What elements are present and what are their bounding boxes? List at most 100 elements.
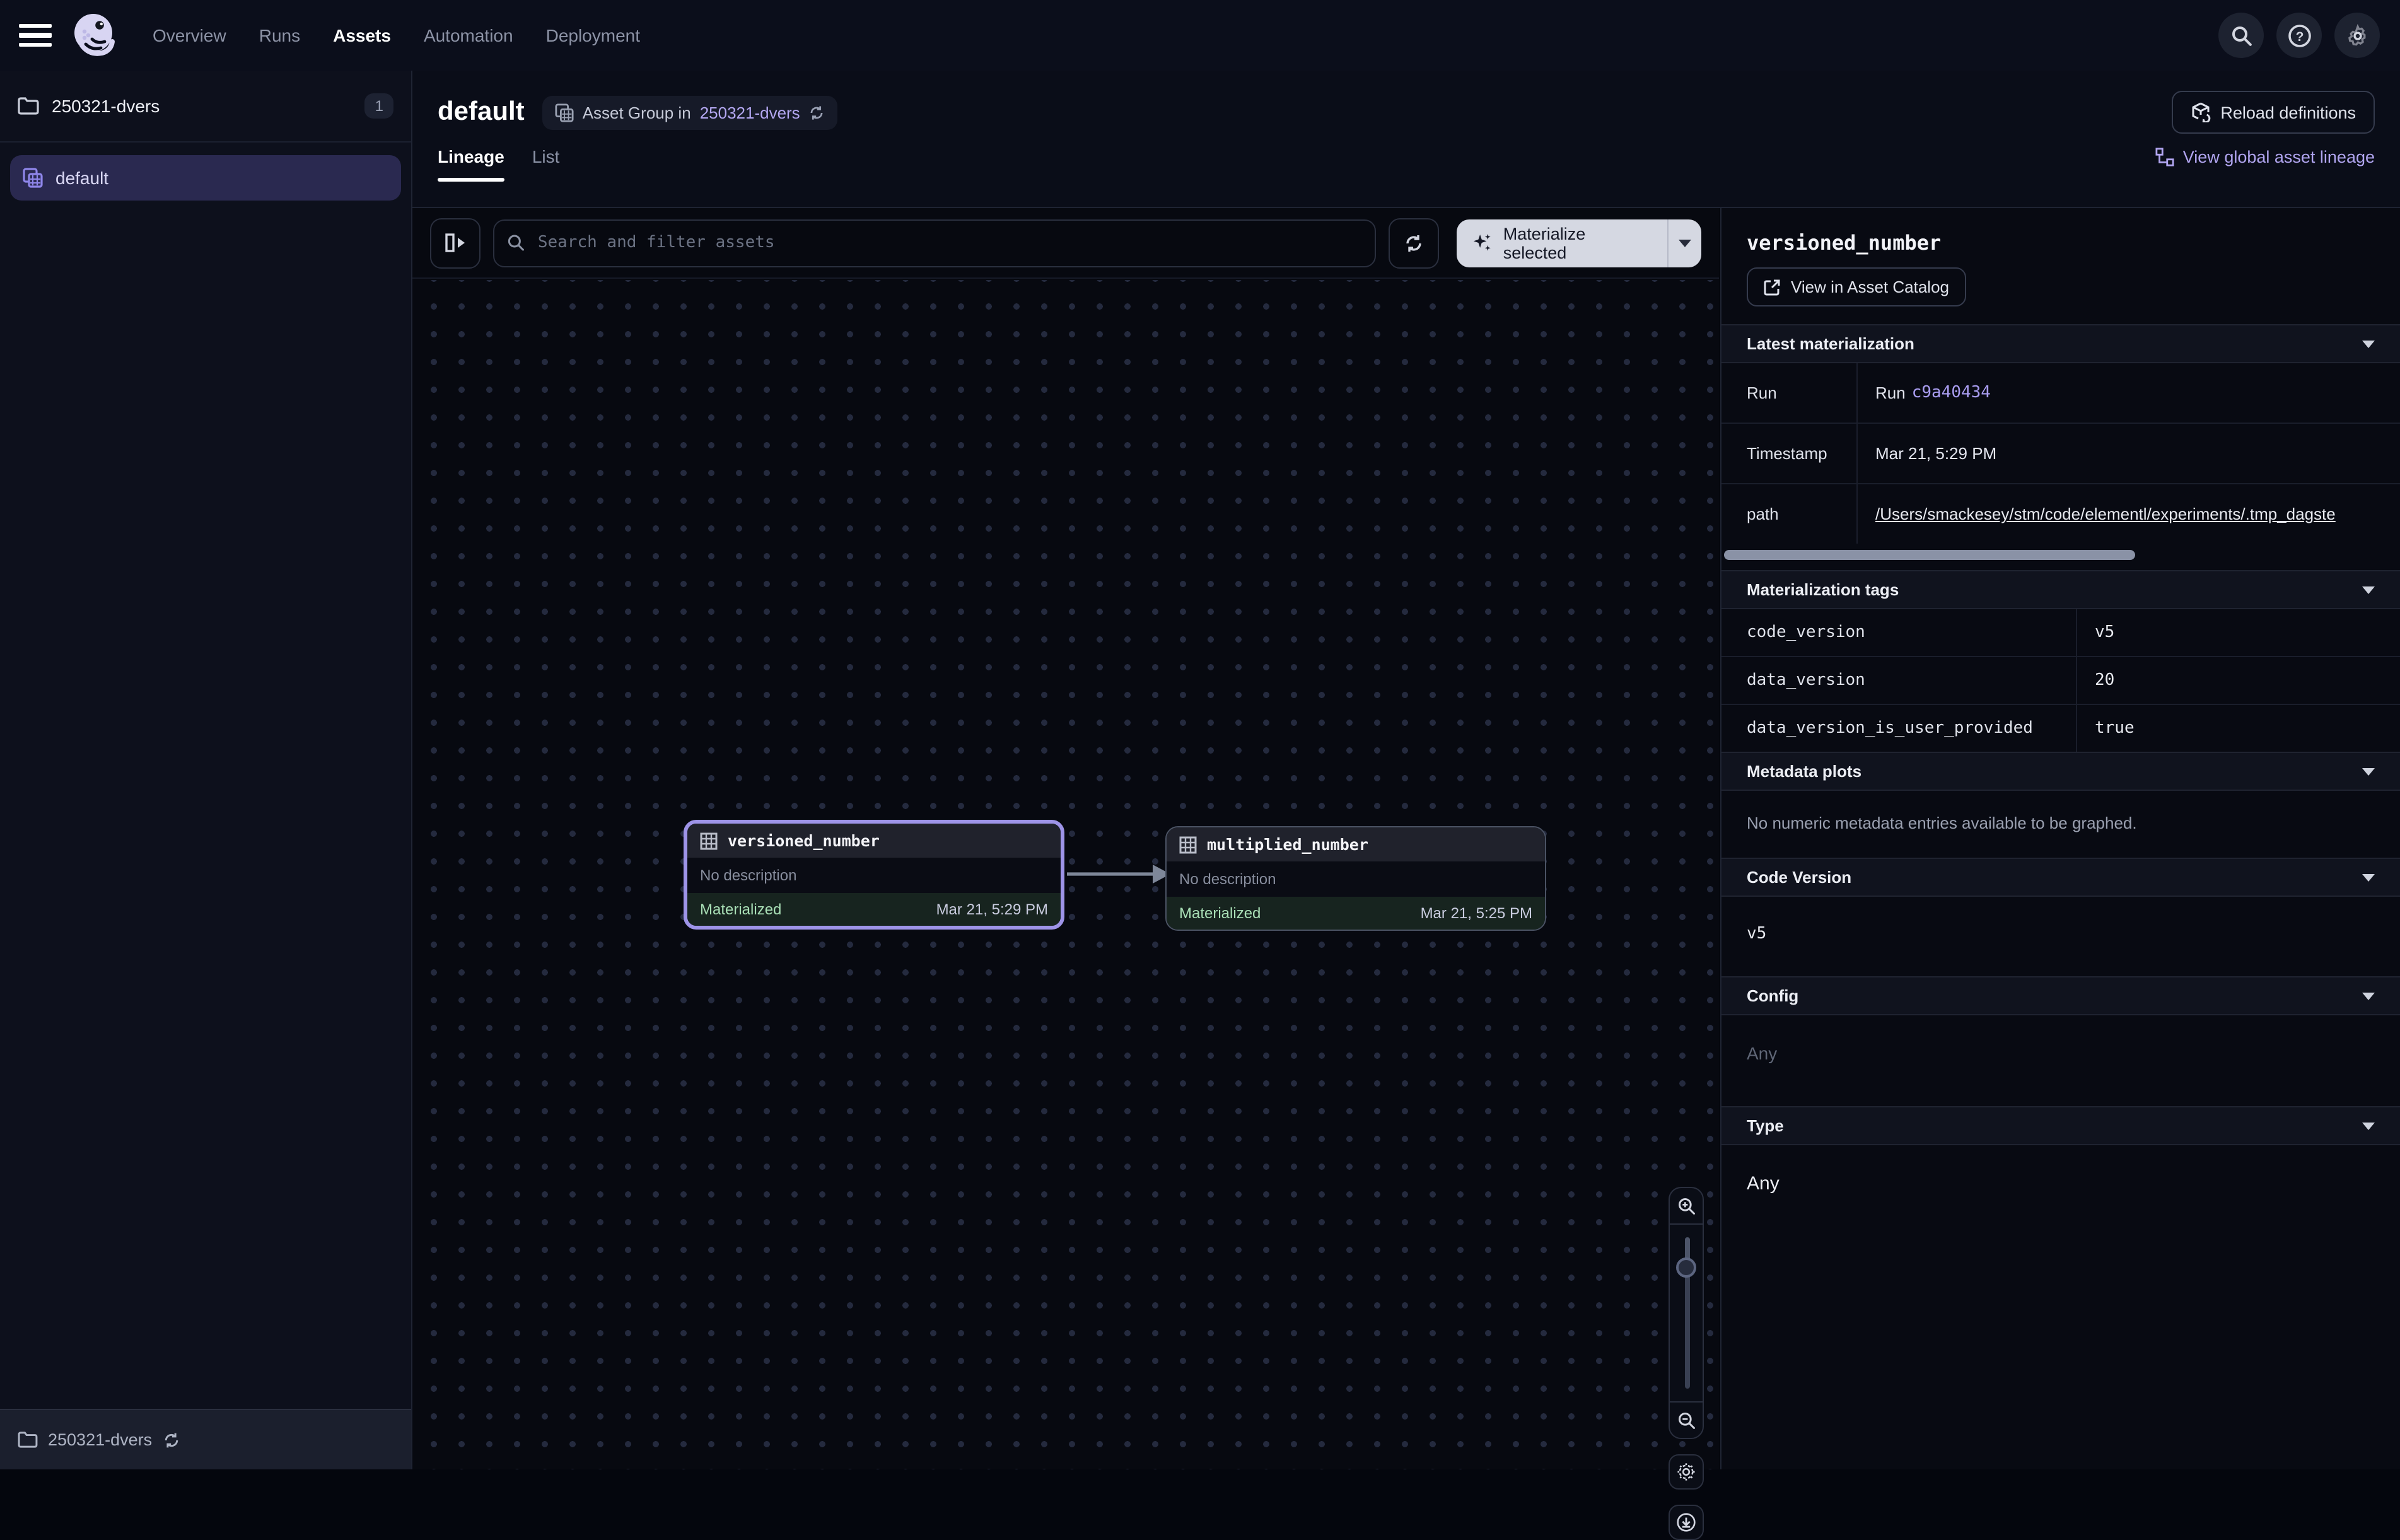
section-metadata-plots[interactable]: Metadata plots: [1721, 752, 2400, 791]
run-id-link[interactable]: c9a40434: [1912, 383, 1991, 402]
chevron-down-icon: [2362, 767, 2375, 775]
config-value: Any: [1721, 1015, 2400, 1106]
sync-icon: [1404, 233, 1424, 253]
graph-toolbar: Materialize selected: [412, 208, 1719, 279]
sidebar-group-label: 250321-dvers: [52, 96, 160, 116]
section-materialization-tags[interactable]: Materialization tags: [1721, 570, 2400, 609]
zoom-out-icon: [1677, 1411, 1696, 1430]
tag-key: data_version: [1721, 657, 2077, 704]
dagster-logo: [69, 10, 120, 61]
asset-node-versioned-number[interactable]: versioned_number No description Material…: [684, 820, 1064, 930]
view-in-asset-catalog-label: View in Asset Catalog: [1791, 277, 1949, 296]
table-icon: [1179, 836, 1197, 853]
graph-settings-button[interactable]: [1669, 1454, 1704, 1490]
section-label: Metadata plots: [1747, 762, 1861, 781]
zoom-in-icon: [1677, 1196, 1696, 1215]
help-icon: ?: [2287, 23, 2311, 47]
asset-node-header: versioned_number: [687, 824, 1061, 858]
materialize-selected-label: Materialize selected: [1503, 224, 1653, 262]
chevron-down-icon: [1679, 239, 1691, 247]
sidebar-item-default[interactable]: default: [10, 155, 401, 201]
lineage-graph-icon: [2155, 148, 2174, 166]
top-nav: Overview Runs Assets Automation Deployme…: [0, 0, 2400, 72]
dagster-app: Overview Runs Assets Automation Deployme…: [0, 0, 2400, 1469]
zoom-slider[interactable]: [1670, 1223, 1703, 1403]
lineage-canvas[interactable]: versioned_number No description Material…: [412, 280, 1719, 1469]
materialized-timestamp: Mar 21, 5:29 PM: [936, 901, 1048, 918]
menu-icon[interactable]: [19, 24, 52, 47]
materialize-selected-split-button: Materialize selected: [1457, 219, 1701, 267]
zoom-out-button[interactable]: [1670, 1403, 1703, 1438]
code-version-value: v5: [1721, 897, 2400, 976]
row-key: path: [1721, 484, 1858, 544]
badge-repo-link[interactable]: 250321-dvers: [700, 103, 800, 122]
table-row: Run Run c9a40434: [1721, 363, 2400, 424]
scrollbar-thumb[interactable]: [1724, 550, 2135, 560]
nav-overview[interactable]: Overview: [153, 25, 226, 45]
timestamp-value: Mar 21, 5:29 PM: [1875, 444, 1996, 463]
tab-lineage[interactable]: Lineage: [438, 146, 504, 182]
section-config[interactable]: Config: [1721, 976, 2400, 1015]
search-icon: [507, 233, 525, 252]
type-value: Any: [1721, 1145, 2400, 1227]
nav-runs[interactable]: Runs: [259, 25, 300, 45]
help-button[interactable]: ?: [2276, 13, 2322, 58]
sidebar-group-row[interactable]: 250321-dvers 1: [0, 71, 411, 143]
section-latest-materialization[interactable]: Latest materialization: [1721, 324, 2400, 363]
search-button[interactable]: [2218, 13, 2264, 58]
search-icon: [2230, 25, 2252, 46]
materialized-timestamp: Mar 21, 5:25 PM: [1421, 904, 1532, 922]
page-header: default Asset Group in 250321-dvers: [412, 71, 2400, 208]
latest-materialization-table: Run Run c9a40434 Timestamp Mar 21, 5:29 …: [1721, 363, 2400, 544]
table-row: data_version_is_user_provided true: [1721, 705, 2400, 752]
asset-node-description: No description: [687, 858, 1061, 893]
path-link[interactable]: /Users/smackesey/stm/code/elementl/exper…: [1875, 505, 2336, 523]
materialized-status: Materialized: [700, 901, 781, 918]
zoom-controls: [1669, 1187, 1704, 1540]
zoom-slider-thumb[interactable]: [1676, 1257, 1696, 1278]
tab-list[interactable]: List: [532, 146, 560, 182]
reload-definitions-label: Reload definitions: [2220, 103, 2356, 122]
sidebar-footer[interactable]: 250321-dvers: [0, 1409, 411, 1469]
settings-button[interactable]: [2334, 13, 2380, 58]
section-type[interactable]: Type: [1721, 1106, 2400, 1145]
svg-text:?: ?: [2295, 29, 2304, 44]
row-key: Timestamp: [1721, 424, 1858, 483]
asset-detail-panel: versioned_number View in Asset Catalog L…: [1720, 208, 2400, 1469]
asset-group-icon: [23, 168, 43, 188]
view-global-lineage-link[interactable]: View global asset lineage: [2155, 148, 2375, 182]
tag-value: 20: [2077, 657, 2400, 704]
table-row: code_version v5: [1721, 609, 2400, 657]
materialize-selected-button[interactable]: Materialize selected: [1457, 224, 1667, 262]
reload-definitions-button[interactable]: Reload definitions: [2171, 91, 2375, 134]
nav-assets[interactable]: Assets: [333, 25, 391, 45]
zoom-in-button[interactable]: [1670, 1188, 1703, 1223]
materialize-dropdown-button[interactable]: [1669, 239, 1701, 247]
chevron-down-icon: [2362, 992, 2375, 1000]
refresh-graph-button[interactable]: [1389, 218, 1439, 268]
asset-search-box: [493, 219, 1376, 267]
tag-key: data_version_is_user_provided: [1721, 705, 2077, 752]
tag-key: code_version: [1721, 609, 2077, 656]
gear-icon: [2345, 23, 2369, 47]
sync-icon[interactable]: [162, 1431, 180, 1449]
search-input[interactable]: [535, 232, 1362, 254]
section-label: Latest materialization: [1747, 334, 1914, 353]
nav-deployment[interactable]: Deployment: [546, 25, 640, 45]
section-code-version[interactable]: Code Version: [1721, 858, 2400, 897]
asset-node-multiplied-number[interactable]: multiplied_number No description Materia…: [1165, 826, 1546, 931]
section-label: Type: [1747, 1116, 1784, 1135]
sidebar-footer-label: 250321-dvers: [48, 1430, 152, 1449]
sync-icon[interactable]: [809, 104, 825, 120]
primary-nav: Overview Runs Assets Automation Deployme…: [153, 25, 640, 45]
expand-panel-button[interactable]: [430, 218, 481, 268]
badge-prefix: Asset Group in: [583, 103, 691, 122]
lineage-graph-pane: Materialize selected: [412, 208, 1719, 1469]
asset-node-header: multiplied_number: [1167, 827, 1545, 861]
view-in-asset-catalog-button[interactable]: View in Asset Catalog: [1747, 267, 1966, 306]
download-graph-button[interactable]: [1669, 1505, 1704, 1540]
asset-group-icon: [555, 103, 574, 122]
nav-automation[interactable]: Automation: [424, 25, 513, 45]
folder-icon: [18, 97, 39, 115]
table-row: path /Users/smackesey/stm/code/elementl/…: [1721, 484, 2400, 544]
